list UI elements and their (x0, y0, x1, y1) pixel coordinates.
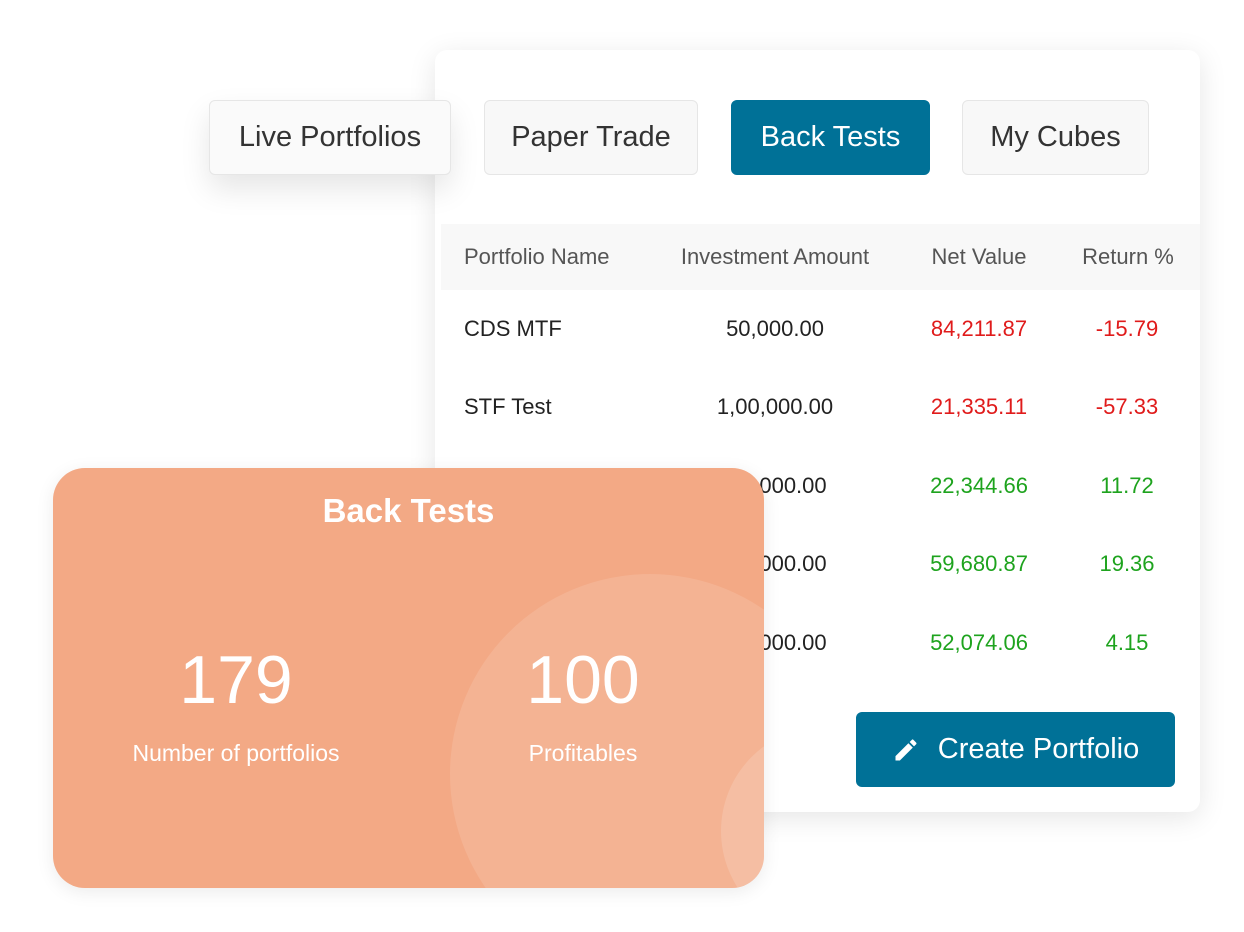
net-value: 22,344.66 (930, 473, 1028, 498)
portfolios-count: 179 (179, 642, 293, 718)
net-value: 84,211.87 (930, 316, 1028, 341)
return-percent: 19.36 (1099, 551, 1155, 576)
investment-amount: 1,00,000.00 (716, 394, 834, 419)
portfolio-name: STF Test (464, 394, 552, 419)
tab-back-tests[interactable]: Back Tests (731, 100, 930, 175)
investment-amount: 000.00 (759, 551, 827, 576)
table-row[interactable]: STF Test 1,00,000.00 21,335.11 -57.33 (441, 368, 1200, 446)
return-percent: -15.79 (1095, 316, 1159, 341)
profitable-label: Profitables (528, 740, 638, 766)
back-tests-summary-card: Back Tests 179 Number of portfolios 100 … (53, 468, 764, 888)
create-portfolio-label: Create Portfolio (937, 733, 1140, 765)
table-header: Portfolio Name Investment Amount Net Val… (441, 224, 1200, 290)
net-value: 21,335.11 (930, 394, 1028, 419)
portfolios-label: Number of portfolios (132, 740, 340, 766)
profitables-stat: 100 Profitables (403, 646, 763, 767)
return-percent: 11.72 (1100, 473, 1154, 498)
portfolios-stat: 179 Number of portfolios (56, 646, 416, 767)
table-row[interactable]: CDS MTF 50,000.00 84,211.87 -15.79 (441, 290, 1200, 368)
create-portfolio-button[interactable]: Create Portfolio (856, 712, 1175, 787)
column-header-investment-amount: Investment Amount (680, 244, 870, 269)
net-value: 52,074.06 (930, 630, 1028, 655)
summary-title: Back Tests (322, 492, 495, 529)
column-header-return: Return % (1082, 244, 1174, 269)
tab-my-cubes[interactable]: My Cubes (962, 100, 1149, 175)
profitable-count: 100 (526, 642, 640, 718)
investment-amount: 50,000.00 (726, 316, 824, 341)
return-percent: -57.33 (1095, 394, 1159, 419)
investment-amount: 000.00 (759, 473, 827, 498)
portfolio-name: CDS MTF (464, 316, 562, 341)
net-value: 59,680.87 (930, 551, 1028, 576)
pencil-icon (892, 736, 920, 764)
column-header-portfolio-name: Portfolio Name (464, 244, 610, 269)
tab-paper-trade[interactable]: Paper Trade (484, 100, 698, 175)
column-header-net-value: Net Value (931, 244, 1027, 269)
tab-live-portfolios[interactable]: Live Portfolios (209, 100, 451, 175)
investment-amount: 000.00 (759, 630, 827, 655)
return-percent: 4.15 (1105, 630, 1149, 655)
